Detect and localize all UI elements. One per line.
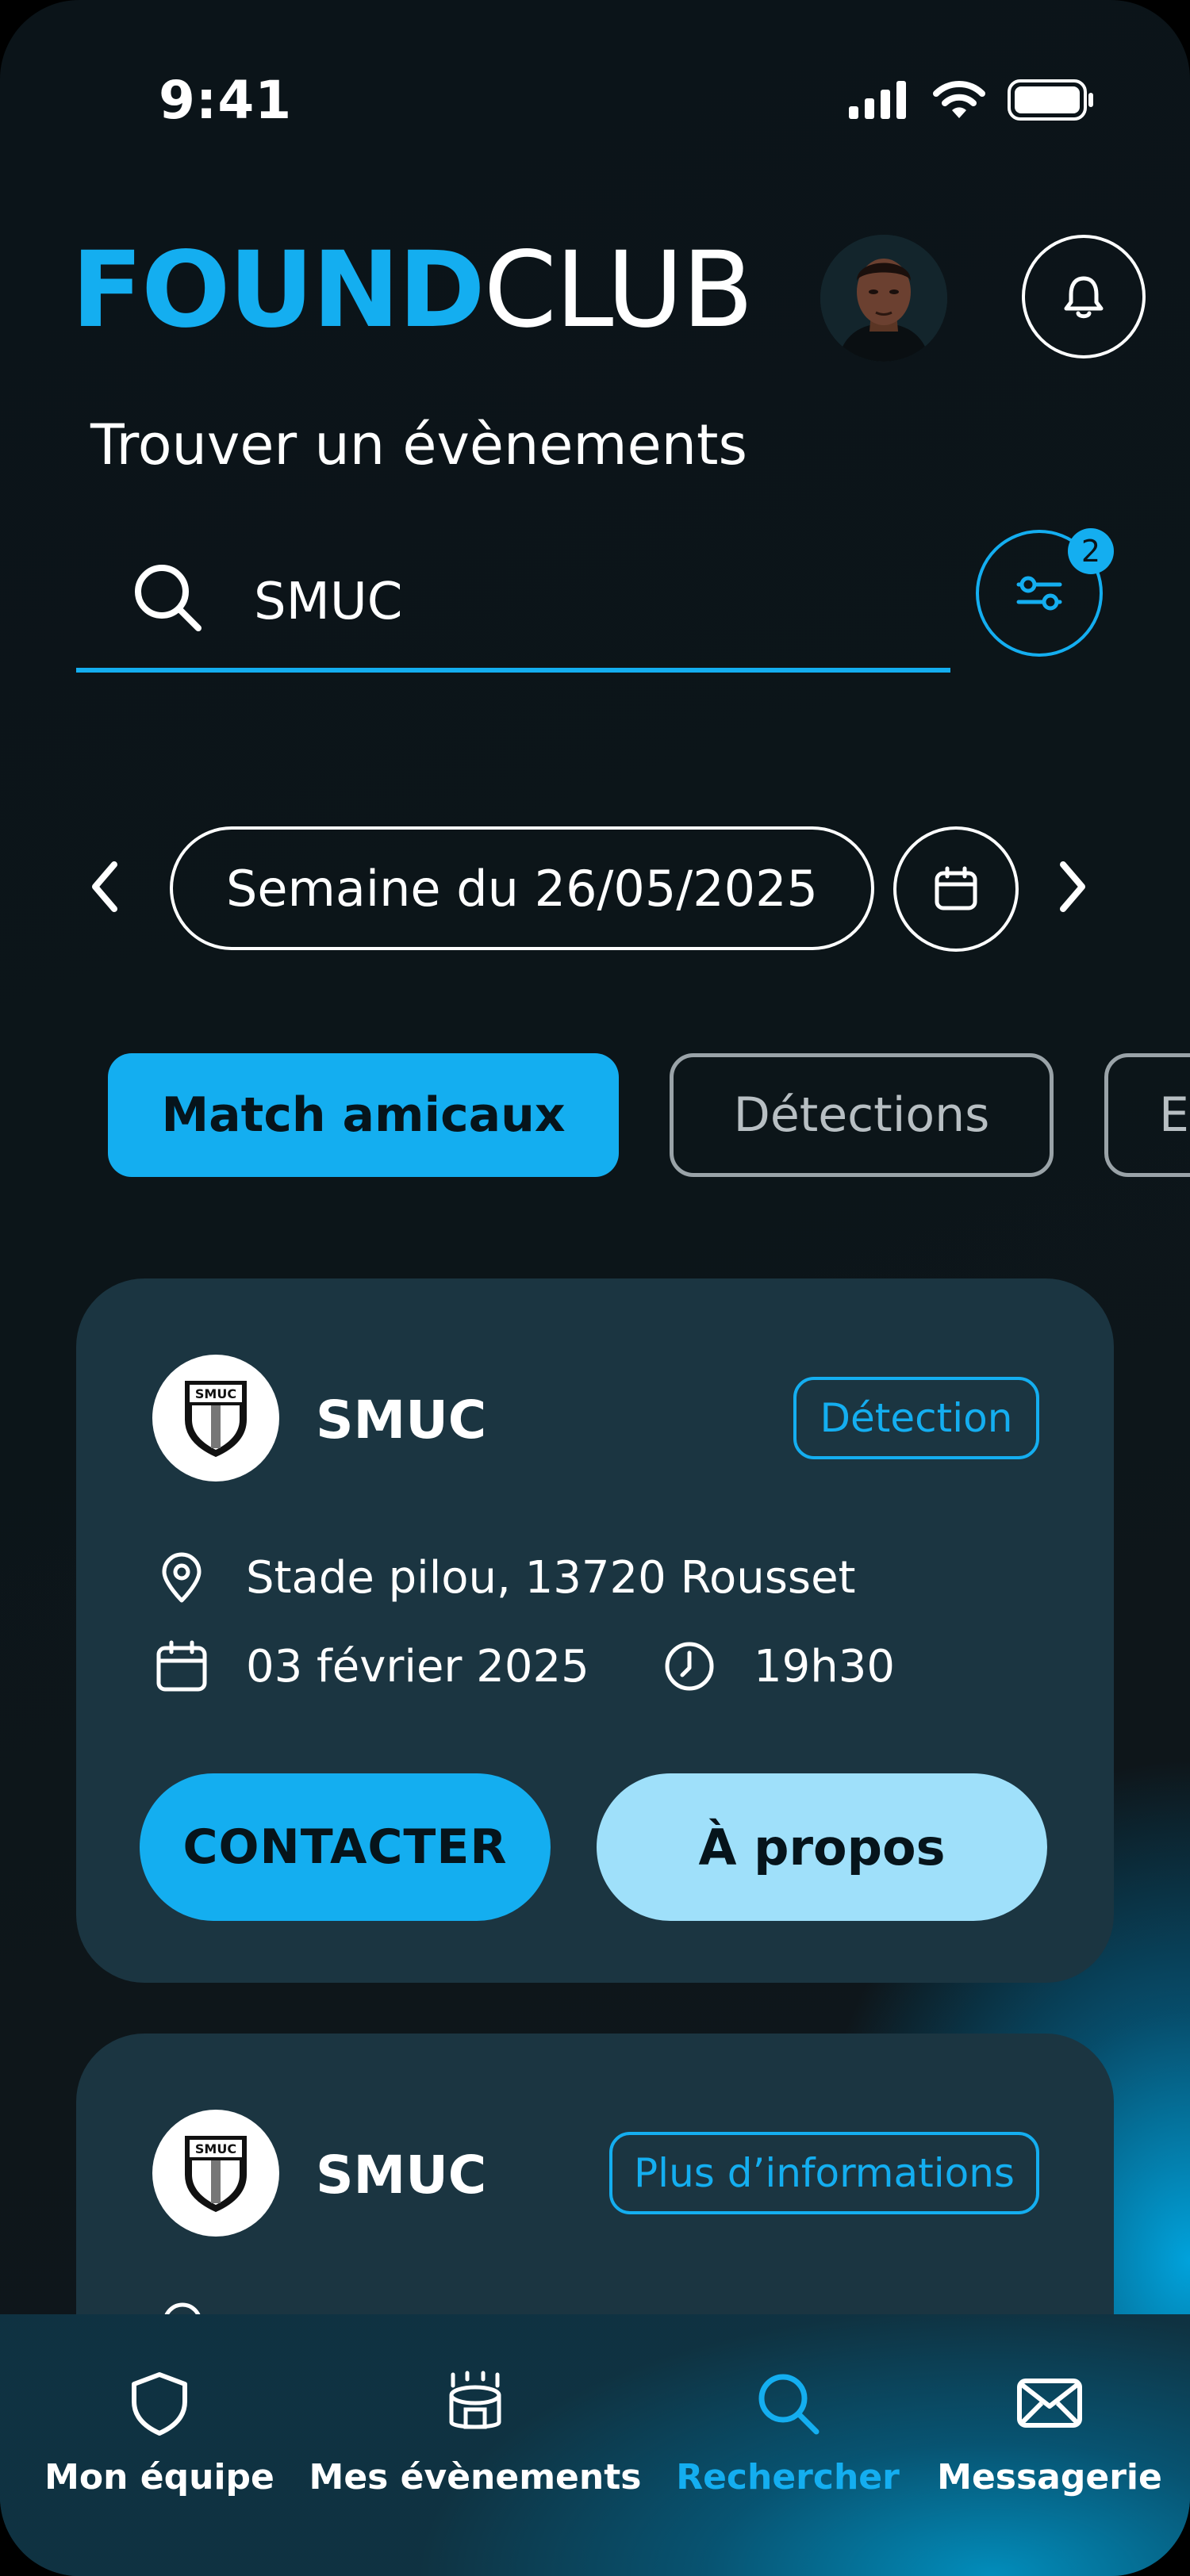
calendar-icon [156,1640,207,1692]
event-card[interactable]: SMUC SMUC Détection Stade pilou, 13720 R… [76,1278,1114,1983]
logo-part-club: CLUB [483,229,754,351]
date-row: 03 février 2025 [152,1640,589,1692]
signal-icon [849,81,906,119]
location-row: Stade pilou, 13720 Rousset [152,1551,856,1604]
chip-partial[interactable]: E [1104,1053,1190,1177]
contact-button[interactable]: CONTACTER [140,1773,551,1921]
event-type-badge: Détection [793,1377,1039,1459]
search-icon [758,2374,820,2435]
calendar-icon [935,866,977,910]
clock-icon [665,1642,714,1691]
time-row: 19h30 [660,1640,895,1692]
club-logo: SMUC [152,2110,279,2237]
club-crest-icon: SMUC [185,2136,247,2213]
club-crest-icon: SMUC [185,1381,247,1458]
nav-label: Mon équipe [44,2457,274,2497]
notifications-button[interactable] [1022,235,1146,358]
logo-part-found: FOUND [71,229,486,351]
app-logo: FOUNDCLUB [71,238,754,343]
nav-label: Mes évènements [309,2457,642,2497]
nav-item-messagerie[interactable]: Messagerie [903,2370,1190,2497]
search-bar [76,539,950,673]
search-input[interactable] [252,562,890,642]
calendar-button[interactable] [893,826,1019,952]
app-screen: 9:41 FOUNDCLUB Trouver un évènements SMU… [0,0,1190,2576]
club-name: SMUC [316,1390,487,1451]
search-icon [135,565,202,631]
club-crest-text: SMUC [195,1386,236,1401]
club-logo: SMUC [152,1355,279,1482]
page-title: Trouver un évènements [90,412,747,477]
location-pin-icon [162,1552,202,1603]
location-text: Stade pilou, 13720 Rousset [246,1551,856,1604]
week-selector[interactable]: Semaine du 26/05/2025 [170,826,874,950]
nav-label: Rechercher [676,2457,900,2497]
nav-item-mes-evenements[interactable]: Mes évènements [309,2370,641,2497]
bottom-nav: Mon équipe Mes évènements Rechercher Mes… [0,2314,1190,2576]
nav-item-mon-equipe[interactable]: Mon équipe [13,2370,306,2497]
stadium-icon [449,2371,501,2429]
chevron-right-icon[interactable] [1055,857,1090,917]
avatar-portrait [820,235,947,362]
club-name: SMUC [316,2145,487,2206]
status-time: 9:41 [159,70,293,131]
avatar[interactable] [820,235,947,362]
more-info-badge[interactable]: Plus d’informations [609,2132,1039,2214]
chevron-left-icon[interactable] [87,857,122,917]
filter-icon [1016,576,1062,611]
about-button[interactable]: À propos [597,1773,1047,1921]
mail-icon [1017,2379,1082,2428]
filter-count-badge: 2 [1068,528,1114,574]
chip-match-amicaux[interactable]: Match amicaux [108,1053,619,1177]
status-icons [849,79,1095,121]
battery-icon [1008,79,1093,121]
nav-label: Messagerie [937,2457,1162,2497]
date-text: 03 février 2025 [246,1640,589,1692]
chip-detections[interactable]: Détections [670,1053,1054,1177]
club-crest-text: SMUC [195,2141,236,2156]
wifi-icon [933,81,985,118]
bell-icon [1064,276,1104,319]
nav-item-rechercher[interactable]: Rechercher [641,2370,935,2497]
time-text: 19h30 [754,1640,896,1692]
shield-icon [132,2372,187,2436]
